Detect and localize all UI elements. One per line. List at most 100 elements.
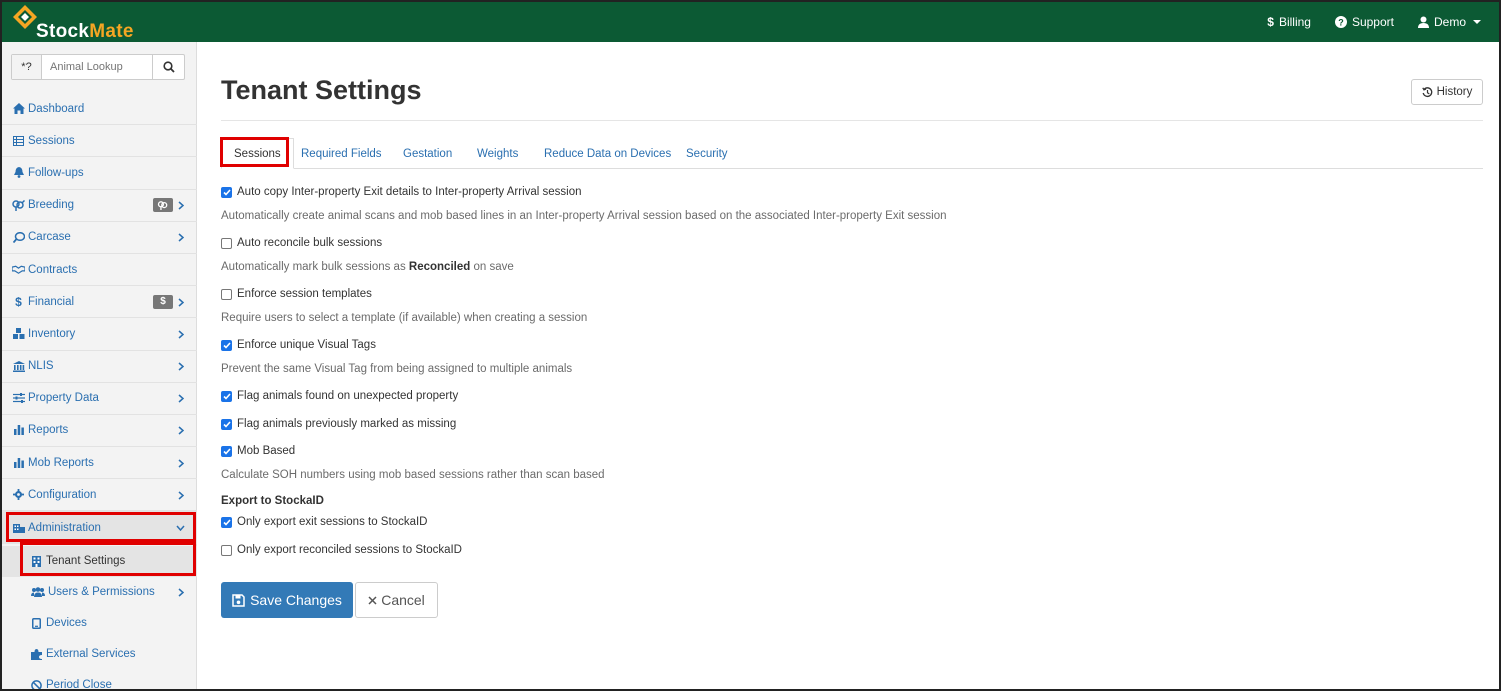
gear-icon [12, 488, 25, 501]
chevron-right-icon [178, 491, 184, 500]
chevron-right-icon [178, 330, 184, 339]
top-navbar: StockMate $ Billing ? Support Demo [2, 2, 1499, 42]
help-mob-based: Calculate SOH numbers using mob based se… [221, 469, 605, 481]
tablet-icon [30, 617, 43, 630]
chevron-right-icon [178, 426, 184, 436]
check-icon [222, 420, 231, 428]
sidebar-item-nlis[interactable]: NLIS [2, 351, 197, 383]
sidebar-item-mob-reports[interactable]: Mob Reports [2, 447, 197, 480]
sidebar-item-configuration[interactable]: Configuration [2, 479, 197, 512]
sidebar-item-property-data[interactable]: Property Data [2, 383, 197, 415]
sidebar-subitem-tenant-settings[interactable]: Tenant Settings [2, 545, 197, 577]
building-icon [30, 555, 43, 568]
option-mob-based[interactable]: Mob Based [221, 445, 295, 457]
sidebar-item-sessions[interactable]: Sessions [2, 125, 197, 158]
svg-text:?: ? [1338, 18, 1344, 28]
checkbox-checked[interactable] [221, 516, 232, 528]
section-title-export: Export to StockaID [221, 495, 324, 507]
save-icon [232, 593, 245, 607]
option-flag-unexpected-property[interactable]: Flag animals found on unexpected propert… [221, 390, 458, 402]
settings-tabs: Sessions Required Fields Gestation Weigh… [221, 138, 1483, 169]
bar-chart-icon [12, 456, 25, 469]
sidebar-subitem-external-services[interactable]: External Services [2, 639, 197, 670]
history-button[interactable]: History [1411, 79, 1483, 105]
chevron-right-icon [178, 201, 184, 210]
help-enforce-session-templates: Require users to select a template (if a… [221, 312, 588, 324]
checkbox-checked[interactable] [221, 339, 232, 351]
bank-icon [12, 360, 25, 373]
checkbox-checked[interactable] [221, 418, 232, 430]
checkbox-checked[interactable] [221, 186, 232, 198]
option-enforce-session-templates[interactable]: Enforce session templates [221, 288, 372, 300]
sidebar-item-follow-ups[interactable]: Follow-ups [2, 157, 197, 190]
chevron-right-icon [178, 362, 184, 371]
support-link[interactable]: ? Support [1323, 2, 1406, 42]
option-auto-reconcile-bulk[interactable]: Auto reconcile bulk sessions [221, 237, 382, 249]
page-title: Tenant Settings [221, 75, 422, 105]
check-icon [222, 392, 231, 400]
sidebar-item-contracts[interactable]: Contracts [2, 254, 197, 287]
sidebar-item-financial[interactable]: $ Financial $ [2, 286, 197, 319]
dollar-icon: $ [1267, 15, 1274, 29]
chevron-right-icon [178, 233, 184, 242]
sidebar-item-breeding[interactable]: Breeding [2, 190, 197, 222]
user-menu[interactable]: Demo [1406, 2, 1493, 42]
sidebar-menu: Dashboard Sessions Follow-ups Breeding C… [2, 93, 197, 689]
animal-lookup-input[interactable] [42, 55, 152, 79]
sidebar-item-reports[interactable]: Reports [2, 415, 197, 448]
option-export-exit-sessions[interactable]: Only export exit sessions to StockaID [221, 516, 427, 528]
sidebar-item-dashboard[interactable]: Dashboard [2, 93, 197, 126]
option-enforce-unique-visual-tags[interactable]: Enforce unique Visual Tags [221, 339, 376, 351]
tab-weights[interactable]: Weights [477, 138, 518, 169]
sidebar-item-administration[interactable]: Administration [2, 511, 197, 544]
checkbox-checked[interactable] [221, 390, 232, 402]
sidebar-subitem-period-close[interactable]: Period Close [2, 670, 197, 689]
drumstick-icon [12, 231, 25, 244]
venus-mars-icon [157, 200, 168, 210]
option-flag-previously-missing[interactable]: Flag animals previously marked as missin… [221, 418, 456, 430]
handshake-icon [12, 263, 25, 276]
ban-icon [30, 679, 43, 689]
sidebar-subitem-users-permissions[interactable]: Users & Permissions [2, 577, 197, 608]
checkbox-checked[interactable] [221, 445, 232, 457]
chevron-right-icon [178, 298, 184, 307]
help-auto-copy-exit-details: Automatically create animal scans and mo… [221, 210, 947, 222]
check-icon [222, 447, 231, 455]
wildcard-toggle[interactable]: *? [12, 55, 42, 79]
venus-mars-icon [12, 199, 25, 212]
tab-reduce-data-on-devices[interactable]: Reduce Data on Devices [544, 138, 671, 169]
tab-security[interactable]: Security [686, 138, 728, 169]
checkbox-unchecked[interactable] [221, 288, 232, 300]
check-icon [222, 188, 231, 196]
billing-link[interactable]: $ Billing [1255, 2, 1323, 42]
check-icon [222, 518, 231, 526]
bar-chart-icon [12, 424, 25, 437]
sidebar-item-inventory[interactable]: Inventory [2, 318, 197, 351]
boxes-icon [12, 327, 25, 340]
animal-lookup: *? [11, 54, 185, 80]
bell-icon [12, 166, 25, 179]
building-icon [12, 521, 25, 534]
option-export-reconciled-sessions[interactable]: Only export reconciled sessions to Stock… [221, 544, 462, 556]
logo-icon [13, 5, 37, 29]
save-changes-button[interactable]: Save Changes [221, 582, 353, 618]
financial-badge: $ [153, 294, 173, 309]
search-icon [162, 61, 175, 73]
sidebar-item-carcase[interactable]: Carcase [2, 222, 197, 254]
tab-required-fields[interactable]: Required Fields [301, 138, 382, 169]
option-auto-copy-exit-details[interactable]: Auto copy Inter-property Exit details to… [221, 186, 582, 198]
search-button[interactable] [152, 55, 184, 79]
tab-sessions[interactable]: Sessions [221, 138, 294, 169]
chevron-right-icon [178, 588, 184, 597]
history-icon [1421, 86, 1432, 97]
checkbox-unchecked[interactable] [221, 544, 232, 556]
sidebar-subitem-devices[interactable]: Devices [2, 608, 197, 639]
tab-gestation[interactable]: Gestation [403, 138, 452, 169]
app-window: StockMate $ Billing ? Support Demo *? An… [0, 0, 1501, 691]
cancel-button[interactable]: Cancel [355, 582, 438, 618]
home-icon [12, 102, 25, 115]
dollar-icon: $ [15, 294, 22, 309]
chevron-right-icon [178, 394, 184, 403]
checkbox-unchecked[interactable] [221, 237, 232, 249]
puzzle-icon [30, 648, 43, 661]
